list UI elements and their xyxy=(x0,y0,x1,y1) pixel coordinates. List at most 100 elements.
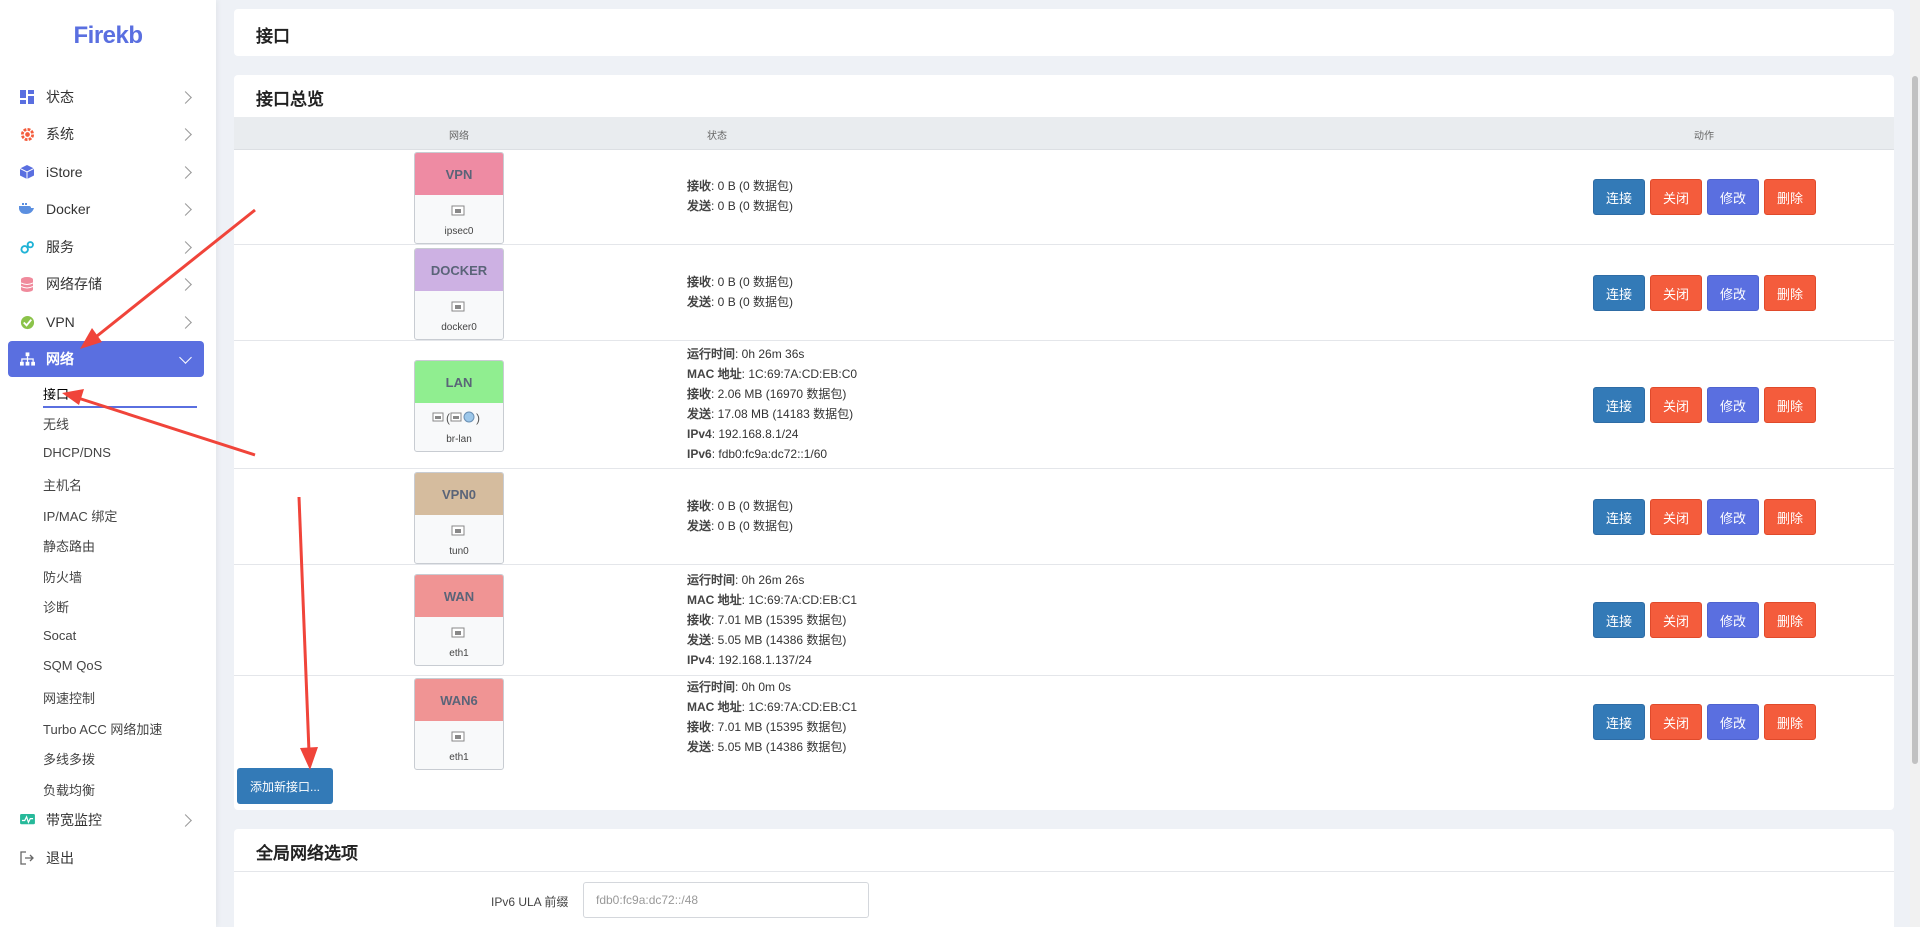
scrollbar[interactable] xyxy=(1910,0,1920,927)
close-button[interactable]: 关闭 xyxy=(1650,275,1702,311)
status-key: 发送 xyxy=(687,295,712,309)
interface-device: tun0 xyxy=(415,515,503,563)
delete-button[interactable]: 删除 xyxy=(1764,499,1816,535)
column-header-network: 网络 xyxy=(449,131,469,142)
status-value: : 7.01 MB (15395 数据包) xyxy=(711,613,847,627)
vpn-icon xyxy=(18,313,36,331)
sidebar-item-label: 网络 xyxy=(46,351,74,367)
status-value: : 1C:69:7A:CD:EB:C1 xyxy=(741,700,858,714)
status-key: 发送 xyxy=(687,519,712,533)
scrollbar-thumb[interactable] xyxy=(1912,76,1918,764)
delete-button[interactable]: 删除 xyxy=(1764,275,1816,311)
close-button[interactable]: 关闭 xyxy=(1650,179,1702,215)
sidebar: Firekb 状态 系统 iStore Docker 服务 网络存储 VPN 网… xyxy=(0,0,216,927)
delete-button[interactable]: 删除 xyxy=(1764,704,1816,740)
edit-button[interactable]: 修改 xyxy=(1707,387,1759,423)
interface-device: eth1 xyxy=(415,617,503,665)
connect-button[interactable]: 连接 xyxy=(1593,602,1645,638)
sidebar-item-network-storage[interactable]: 网络存储 xyxy=(8,266,204,302)
connect-button[interactable]: 连接 xyxy=(1593,387,1645,423)
status-value: : 0 B (0 数据包) xyxy=(711,519,794,533)
sidebar-item-docker[interactable]: Docker xyxy=(8,191,204,227)
device-name: eth1 xyxy=(449,752,469,763)
sidebar-item-label: 状态 xyxy=(46,89,74,105)
close-button[interactable]: 关闭 xyxy=(1650,387,1702,423)
submenu-item-wireless[interactable]: 无线 xyxy=(43,414,69,433)
submenu-item-interfaces[interactable]: 接口 xyxy=(43,384,69,403)
sidebar-item-status[interactable]: 状态 xyxy=(8,79,204,115)
edit-button[interactable]: 修改 xyxy=(1707,275,1759,311)
status-value: : 192.168.8.1/24 xyxy=(711,427,799,441)
sidebar-item-bandwidth-monitor[interactable]: 带宽监控 xyxy=(8,802,204,838)
sidebar-item-label: Docker xyxy=(46,201,91,217)
close-button[interactable]: 关闭 xyxy=(1650,499,1702,535)
sidebar-item-label: VPN xyxy=(46,314,75,330)
sidebar-item-logout[interactable]: 退出 xyxy=(8,840,204,876)
interface-device: ( ) br-lan xyxy=(415,403,503,451)
submenu-item-load-balancing[interactable]: 负载均衡 xyxy=(43,780,95,799)
edit-button[interactable]: 修改 xyxy=(1707,179,1759,215)
status-key: 运行时间 xyxy=(687,347,736,361)
status-value: : 17.08 MB (14183 数据包) xyxy=(711,407,854,421)
sidebar-item-vpn[interactable]: VPN xyxy=(8,304,204,340)
close-button[interactable]: 关闭 xyxy=(1650,704,1702,740)
submenu-item-dhcp-dns[interactable]: DHCP/DNS xyxy=(43,445,111,460)
edit-button[interactable]: 修改 xyxy=(1707,499,1759,535)
add-interface-button[interactable]: 添加新接口... xyxy=(237,768,333,804)
ethernet-port-icon xyxy=(451,627,465,638)
edit-button[interactable]: 修改 xyxy=(1707,602,1759,638)
connect-button[interactable]: 连接 xyxy=(1593,499,1645,535)
delete-button[interactable]: 删除 xyxy=(1764,602,1816,638)
submenu-item-turbo-acc[interactable]: Turbo ACC 网络加速 xyxy=(43,719,162,738)
submenu-item-speed-control[interactable]: 网速控制 xyxy=(43,688,95,707)
submenu-item-diagnostics[interactable]: 诊断 xyxy=(43,597,69,616)
sidebar-item-istore[interactable]: iStore xyxy=(8,154,204,190)
device-name: br-lan xyxy=(446,434,472,445)
status-value: : 0 B (0 数据包) xyxy=(711,199,794,213)
connect-button[interactable]: 连接 xyxy=(1593,275,1645,311)
submenu-item-multiwan[interactable]: 多线多拨 xyxy=(43,749,95,768)
svg-text:): ) xyxy=(476,411,480,425)
interface-status: 接收: 0 B (0 数据包) 发送: 0 B (0 数据包) xyxy=(687,272,793,312)
status-value: : 5.05 MB (14386 数据包) xyxy=(711,740,847,754)
interface-name: VPN xyxy=(415,153,503,195)
interface-badge: LAN ( ) br-lan xyxy=(414,360,504,452)
status-value: : 7.01 MB (15395 数据包) xyxy=(711,720,847,734)
column-header-status: 状态 xyxy=(707,131,727,142)
services-gears-icon xyxy=(18,238,36,256)
sidebar-item-network[interactable]: 网络 xyxy=(8,341,204,377)
submenu-item-firewall[interactable]: 防火墙 xyxy=(43,567,82,586)
chevron-right-icon xyxy=(179,315,192,329)
status-key: 发送 xyxy=(687,199,712,213)
submenu-item-sqm-qos[interactable]: SQM QoS xyxy=(43,658,102,673)
delete-button[interactable]: 删除 xyxy=(1764,179,1816,215)
interface-badge: WAN eth1 xyxy=(414,574,504,666)
interface-status: 运行时间: 0h 26m 26s MAC 地址: 1C:69:7A:CD:EB:… xyxy=(687,570,857,670)
submenu-item-ip-mac-binding[interactable]: IP/MAC 绑定 xyxy=(43,506,117,525)
bandwidth-monitor-icon xyxy=(18,811,36,829)
close-button[interactable]: 关闭 xyxy=(1650,602,1702,638)
status-key: 接收 xyxy=(687,499,712,513)
interface-device: docker0 xyxy=(415,291,503,339)
status-key: 发送 xyxy=(687,407,712,421)
submenu-item-hostnames[interactable]: 主机名 xyxy=(43,475,82,494)
status-value: : 5.05 MB (14386 数据包) xyxy=(711,633,847,647)
edit-button[interactable]: 修改 xyxy=(1707,704,1759,740)
connect-button[interactable]: 连接 xyxy=(1593,704,1645,740)
table-row: WAN6 eth1 运行时间: 0h 0m 0s MAC 地址: 1C:69:7… xyxy=(234,676,1894,770)
ipv6-ula-input[interactable] xyxy=(583,882,869,918)
connect-button[interactable]: 连接 xyxy=(1593,179,1645,215)
submenu-item-static-routes[interactable]: 静态路由 xyxy=(43,536,95,555)
submenu-item-socat[interactable]: Socat xyxy=(43,628,76,643)
status-key: MAC 地址 xyxy=(687,700,742,714)
table-row: LAN ( ) br-lan 运行时间: 0h 26m 36s MAC 地址: … xyxy=(234,341,1894,469)
sidebar-item-services[interactable]: 服务 xyxy=(8,229,204,265)
sidebar-item-system[interactable]: 系统 xyxy=(8,116,204,152)
status-key: 接收 xyxy=(687,275,712,289)
dashboard-icon xyxy=(18,88,36,106)
status-key: 发送 xyxy=(687,740,712,754)
status-key: IPv6 xyxy=(687,447,712,461)
chevron-right-icon xyxy=(179,90,192,104)
delete-button[interactable]: 删除 xyxy=(1764,387,1816,423)
table-row: DOCKER docker0 接收: 0 B (0 数据包) 发送: 0 B (… xyxy=(234,245,1894,341)
